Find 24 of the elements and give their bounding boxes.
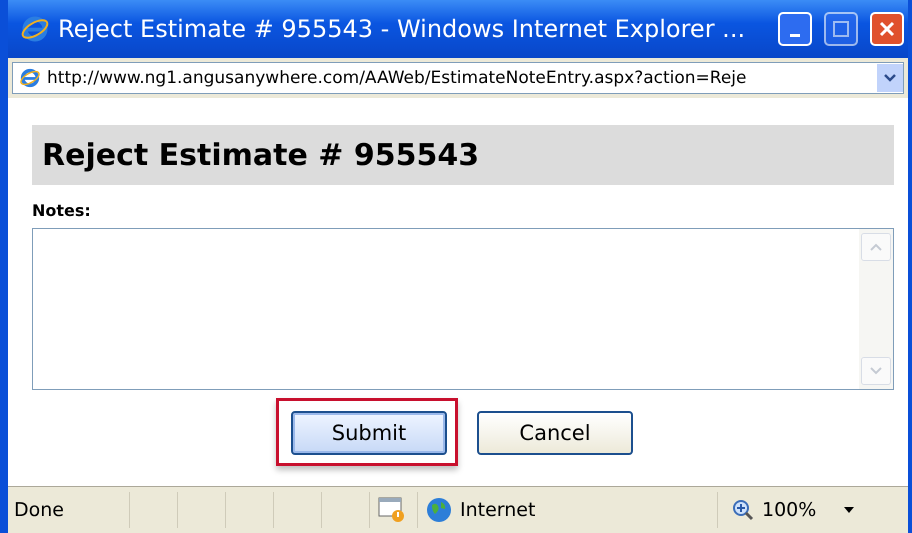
caret-icon[interactable] (844, 507, 854, 513)
zone-text: Internet (460, 499, 536, 521)
maximize-button[interactable] (824, 12, 858, 46)
zoom-icon[interactable] (732, 499, 754, 521)
dropdown-button[interactable] (877, 64, 903, 92)
globe-icon (426, 497, 452, 523)
close-icon (878, 20, 896, 38)
chevron-down-icon (883, 73, 897, 83)
browser-icon (19, 67, 41, 89)
browser-icon (20, 14, 50, 44)
url-text: http://www.ng1.angusanywhere.com/AAWeb/EstimateNoteEntry.aspx?action=Reje (47, 68, 748, 88)
close-button[interactable] (870, 12, 904, 46)
window-title: Reject Estimate # 955543 - Windows Internet Explorer ... (58, 15, 746, 43)
status-text: Done (14, 499, 64, 521)
page-heading: Reject Estimate # 955543 (32, 125, 894, 185)
zoom-level[interactable]: 100% (762, 499, 816, 521)
form-button[interactable]: Submit (291, 411, 447, 455)
minimize-button[interactable] (778, 12, 812, 46)
minimize-icon (790, 34, 800, 36)
address-field[interactable]: http://www.ng1.angusanywhere.com/AAWeb/EstimateNoteEntry.aspx?action=Reje (12, 62, 904, 94)
form-button[interactable]: Cancel (477, 411, 633, 455)
notes-label: Notes: (32, 201, 92, 220)
blocked-popup-icon[interactable] (378, 497, 406, 523)
maximize-icon (832, 20, 850, 38)
